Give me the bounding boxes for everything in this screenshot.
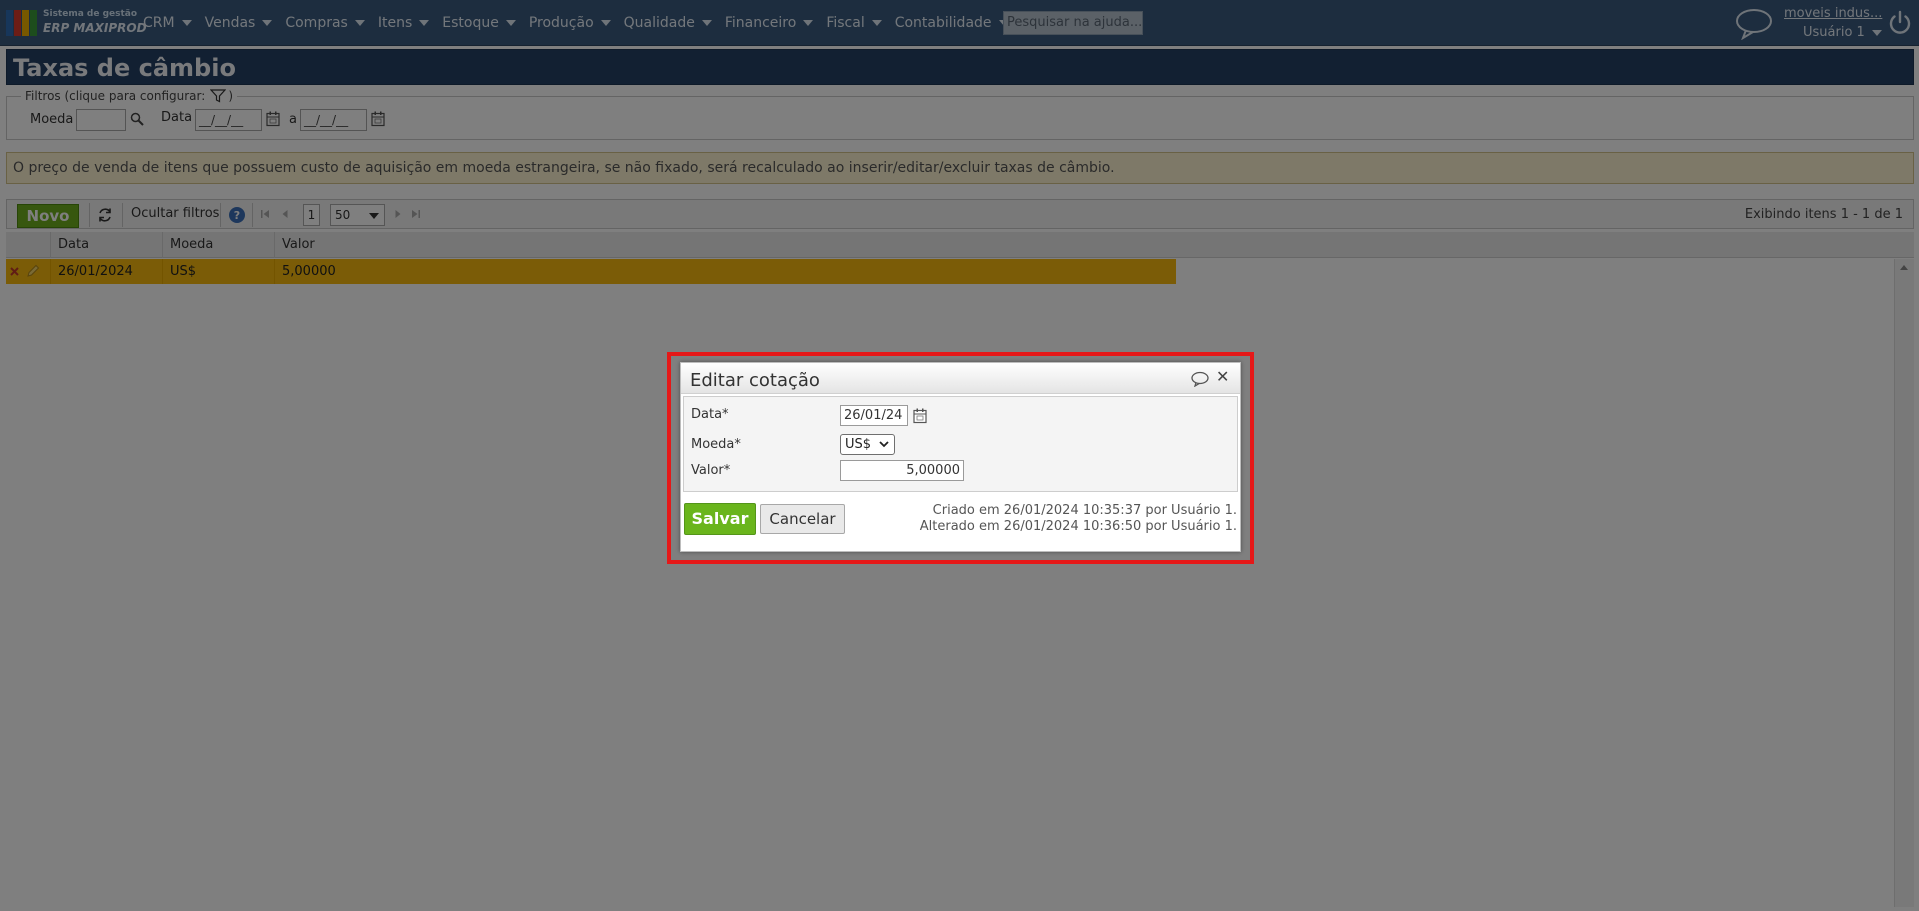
field-label-moeda: Moeda* [691,437,741,452]
dialog-title: Editar cotação [690,370,820,391]
date-input[interactable]: 26/01/24 [840,405,908,426]
close-icon[interactable]: ✕ [1216,367,1229,386]
cancel-button[interactable]: Cancelar [760,504,845,534]
chevron-down-icon [879,441,889,448]
chat-icon[interactable] [1191,371,1209,387]
currency-select[interactable]: US$ [840,434,895,455]
save-button[interactable]: Salvar [684,503,756,535]
dialog-header: Editar cotação ✕ [681,363,1240,394]
edit-rate-dialog: Editar cotação ✕ Data* 26/01/24 Moeda* U… [680,362,1241,552]
created-info: Criado em 26/01/2024 10:35:37 por Usuári… [932,503,1237,518]
field-label-data: Data* [691,407,729,422]
calendar-icon[interactable] [913,408,927,424]
modified-info: Alterado em 26/01/2024 10:36:50 por Usuá… [919,519,1237,534]
value-input[interactable]: 5,00000 [840,460,964,481]
dialog-form: Data* 26/01/24 Moeda* US$ Valor* 5,00000 [683,396,1238,492]
field-label-valor: Valor* [691,463,731,478]
